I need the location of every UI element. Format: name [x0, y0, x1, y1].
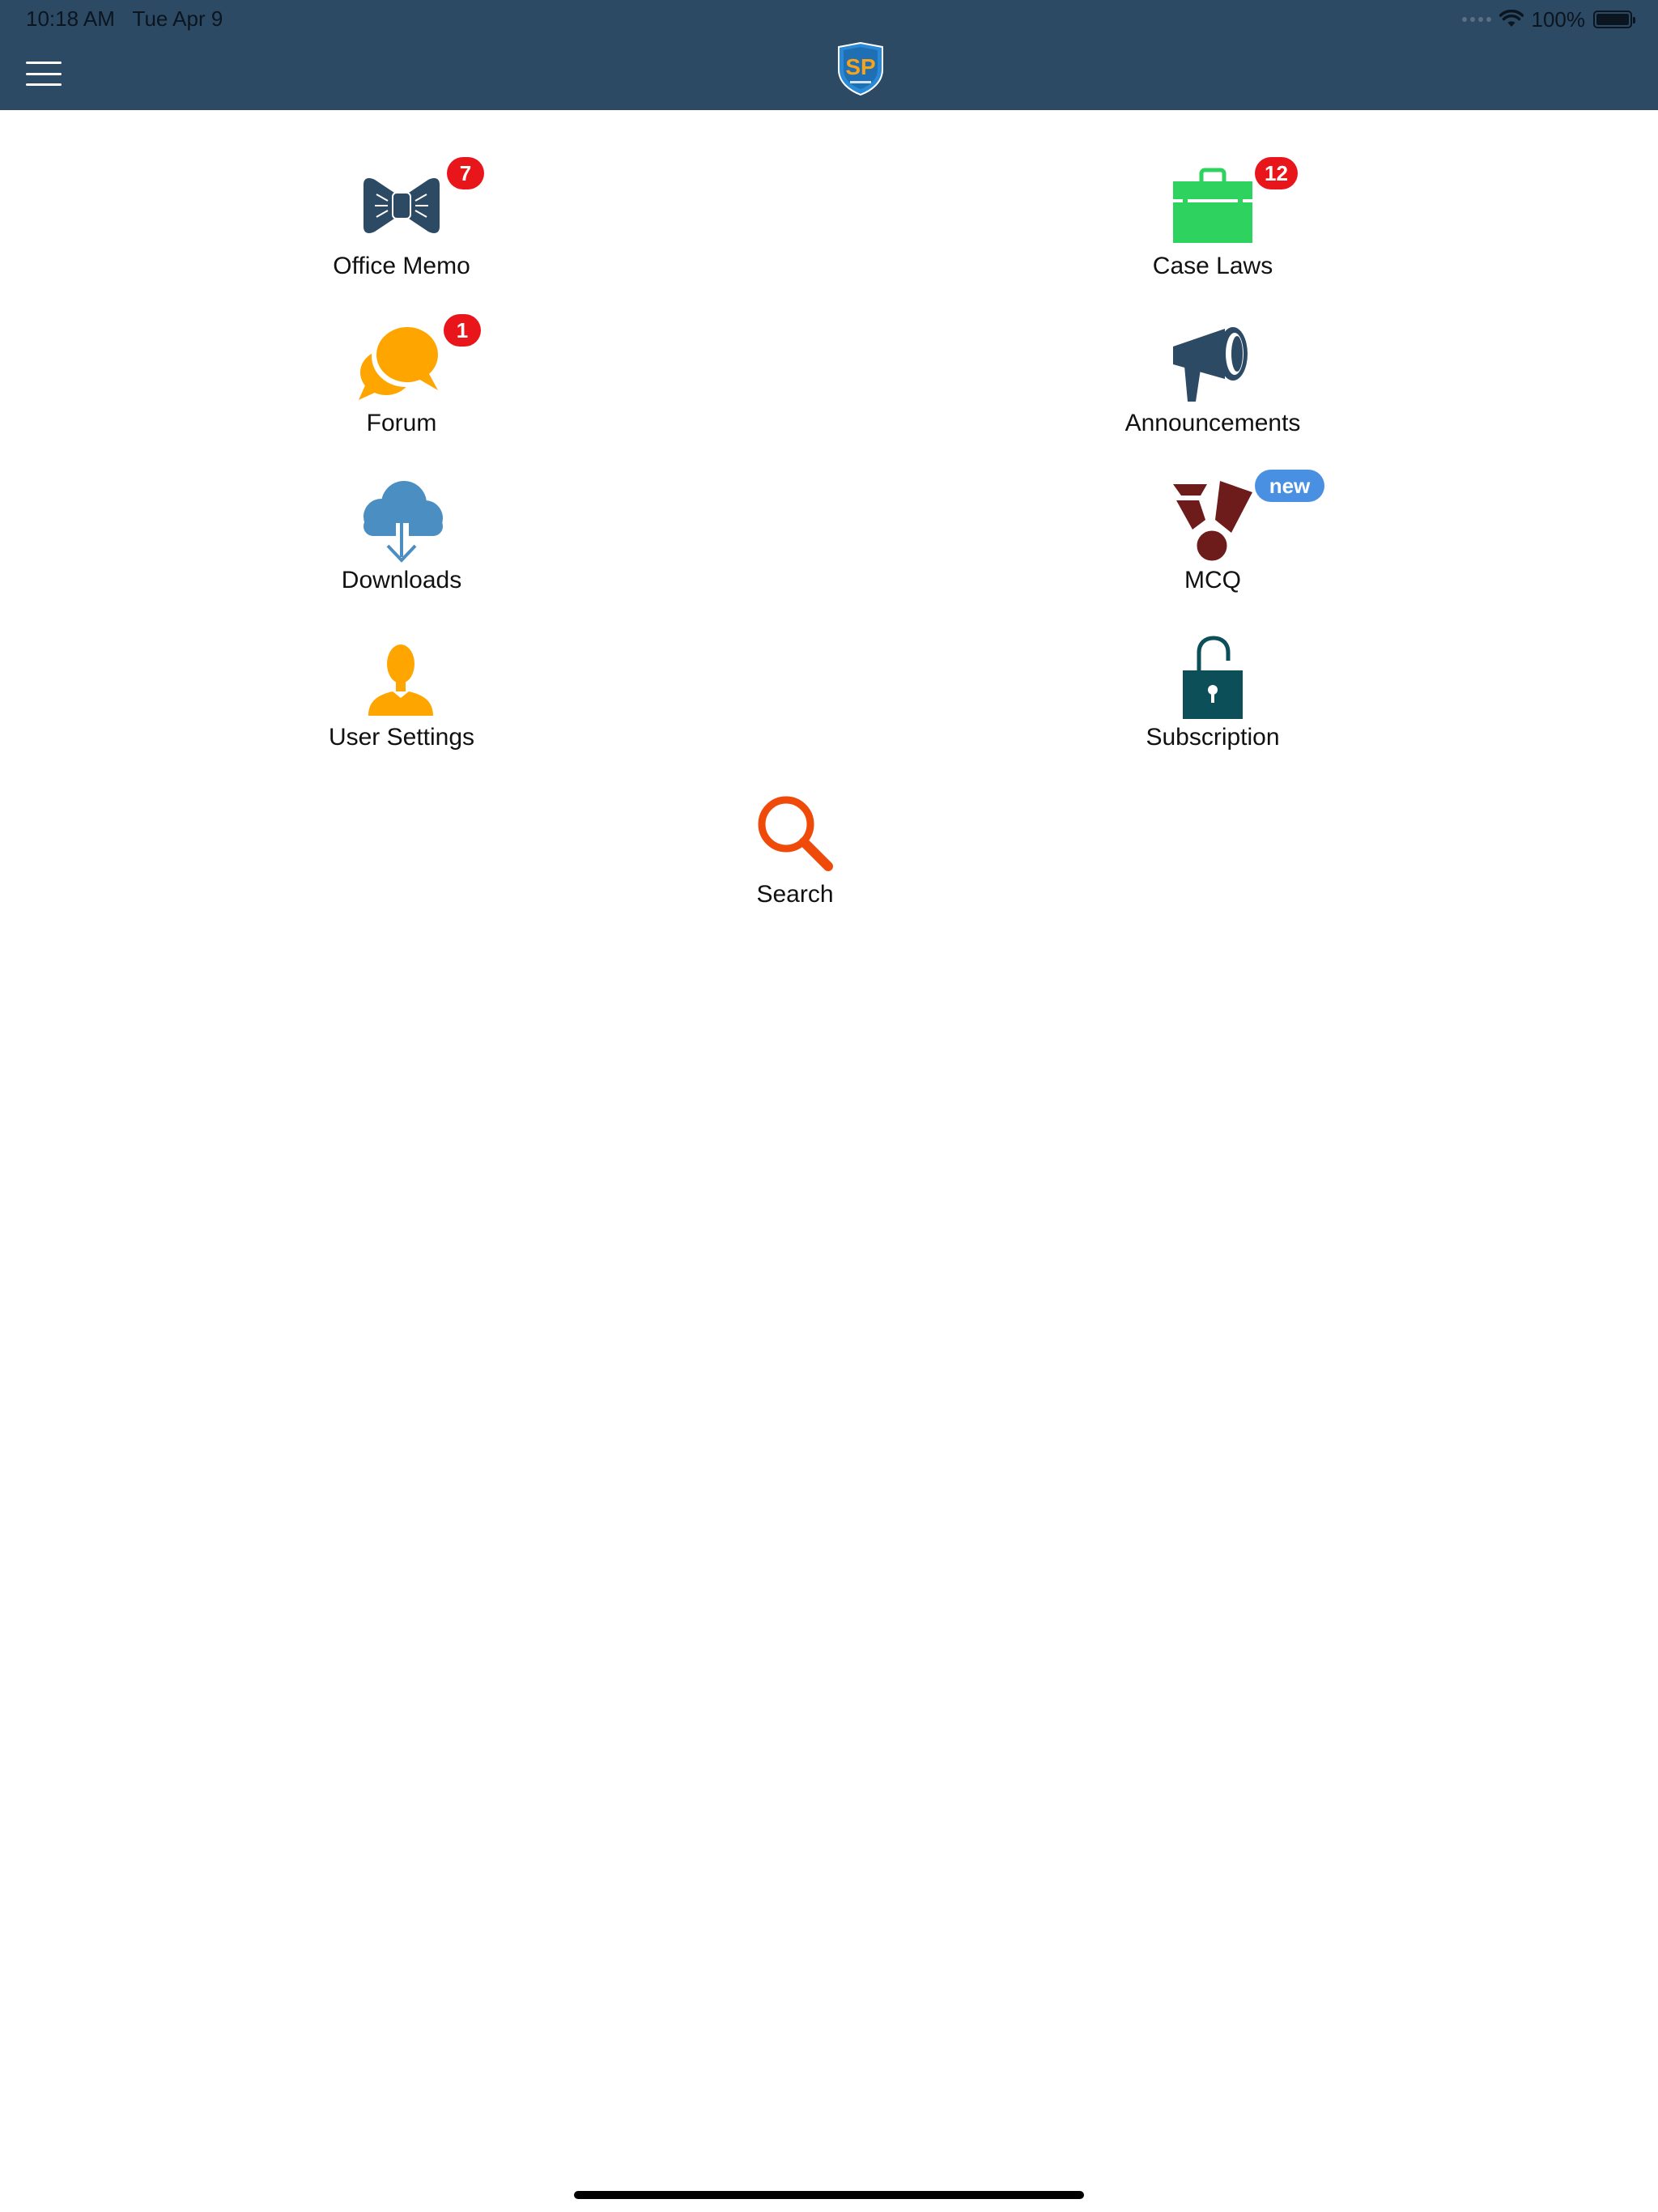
menu-item-subscription[interactable]: Subscription: [1083, 633, 1342, 779]
case-laws-badge: 12: [1255, 157, 1298, 189]
search-icon: [750, 790, 840, 879]
menu-item-office-memo[interactable]: 7 Office Memo: [272, 157, 531, 308]
menu-item-forum[interactable]: 1 Forum: [272, 314, 531, 465]
case-laws-label: Case Laws: [1152, 253, 1273, 279]
top-navigation-bar: 10:18 AM Tue Apr 9 100% SP: [0, 0, 1658, 110]
search-label: Search: [756, 881, 834, 908]
home-indicator[interactable]: [574, 2191, 1084, 2199]
logo-text: SP: [845, 54, 875, 79]
battery-percentage: 100%: [1531, 6, 1586, 32]
menu-item-mcq[interactable]: new MCQ: [1083, 470, 1342, 622]
cloud-download-icon: [357, 476, 446, 565]
user-settings-label: User Settings: [328, 724, 475, 751]
subscription-label: Subscription: [1146, 724, 1280, 751]
hamburger-menu-icon[interactable]: [26, 62, 62, 86]
office-memo-label: Office Memo: [333, 253, 470, 279]
forum-label: Forum: [366, 410, 437, 436]
status-time: 10:18 AM: [26, 6, 115, 31]
downloads-label: Downloads: [341, 567, 462, 593]
forum-badge: 1: [444, 314, 481, 347]
user-icon: [357, 633, 446, 722]
briefcase-icon: [1168, 162, 1257, 251]
menu-item-user-settings[interactable]: User Settings: [272, 633, 531, 779]
battery-icon: [1593, 11, 1635, 28]
medal-icon: [1168, 476, 1257, 565]
bow-tie-icon: [357, 162, 446, 251]
status-date: Tue Apr 9: [132, 6, 223, 31]
cellular-signal-icon: [1461, 17, 1491, 22]
status-indicators: 100%: [1461, 6, 1635, 32]
app-logo-icon: SP: [838, 42, 883, 96]
mcq-new-badge: new: [1255, 470, 1324, 502]
unlocked-padlock-icon: [1168, 633, 1257, 722]
menu-item-announcements[interactable]: Announcements: [1083, 319, 1342, 465]
menu-item-search[interactable]: Search: [665, 790, 925, 936]
status-bar-time: 10:18 AM Tue Apr 9: [26, 6, 223, 32]
menu-item-downloads[interactable]: Downloads: [272, 476, 531, 622]
megaphone-icon: [1168, 319, 1257, 408]
mcq-label: MCQ: [1184, 567, 1241, 593]
menu-item-case-laws[interactable]: 12 Case Laws: [1083, 157, 1342, 308]
wifi-icon: [1499, 10, 1524, 27]
announcements-label: Announcements: [1124, 410, 1301, 436]
chat-bubbles-icon: [357, 319, 446, 408]
office-memo-badge: 7: [447, 157, 484, 189]
